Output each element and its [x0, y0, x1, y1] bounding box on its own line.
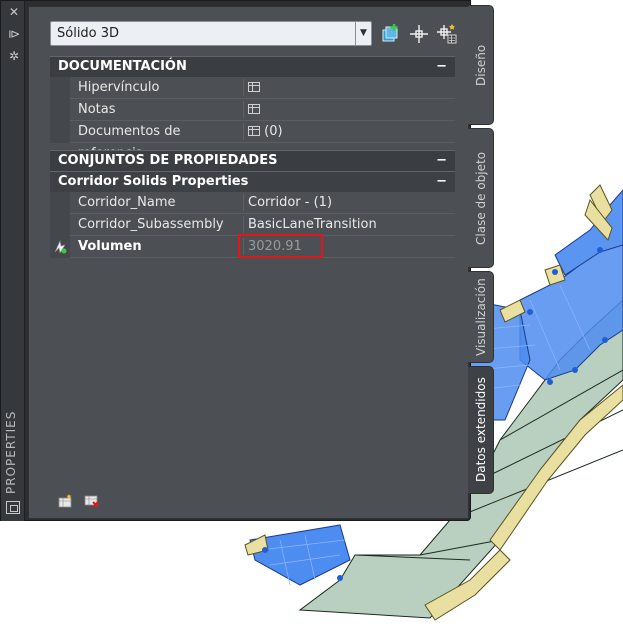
table-icon[interactable] — [248, 125, 260, 136]
remove-property-set-icon[interactable] — [84, 494, 100, 508]
tab-datos-extendidos[interactable]: Datos extendidos — [468, 366, 494, 494]
object-type-value: Sólido 3D — [57, 26, 120, 41]
close-icon[interactable]: ✕ — [7, 5, 21, 19]
collapse-icon[interactable]: − — [436, 57, 447, 77]
reference-count: (0) — [264, 124, 283, 139]
property-grid: DOCUMENTACIÓN − Hipervínculo Notas Docum… — [50, 56, 455, 258]
palette-menu-icon[interactable] — [6, 501, 20, 514]
auto-hide-icon[interactable]: ⧐ — [7, 27, 21, 41]
quick-select-icon[interactable] — [436, 23, 458, 45]
object-type-select[interactable]: Sólido 3D ▼ — [50, 21, 372, 46]
section-header-conjuntos[interactable]: CONJUNTOS DE PROPIEDADES − — [50, 150, 455, 171]
properties-panel: Sólido 3D ▼ DOCUMENTACIÓN − Hipervínculo… — [28, 6, 469, 519]
tab-diseno[interactable]: Diseño — [468, 5, 494, 125]
chevron-down-icon[interactable]: ▼ — [355, 22, 371, 45]
property-row[interactable]: Documentos de referencia (0) — [50, 121, 455, 161]
property-label: Hipervínculo — [78, 80, 160, 95]
property-label: Volumen — [78, 239, 142, 254]
formula-property-icon — [54, 240, 67, 254]
collapse-icon[interactable]: − — [436, 172, 447, 192]
add-property-set-icon[interactable] — [58, 494, 74, 508]
settings-icon[interactable]: ✲ — [7, 49, 21, 63]
table-icon[interactable] — [248, 103, 260, 114]
property-row[interactable]: Hipervínculo — [50, 77, 455, 99]
property-value[interactable] — [248, 77, 448, 99]
property-label: Corridor_Subassembly — [78, 217, 224, 232]
property-value[interactable] — [248, 99, 448, 121]
tab-visualizacion[interactable]: Visualización — [468, 271, 494, 363]
palette-title: PROPERTIES — [4, 410, 18, 494]
add-to-selection-icon[interactable] — [380, 23, 402, 45]
property-row[interactable]: Corridor_Subassembly BasicLaneTransition — [50, 214, 455, 236]
property-row[interactable]: Notas — [50, 99, 455, 121]
tab-clase-de-objeto[interactable]: Clase de objeto — [468, 128, 494, 268]
table-icon[interactable] — [248, 81, 260, 92]
property-label: Corridor_Name — [78, 195, 176, 210]
collapse-icon[interactable]: − — [436, 151, 447, 171]
properties-palette: ✕ ⧐ ✲ PROPERTIES Sólido 3D ▼ DOCUMENTACI… — [0, 0, 471, 521]
property-value[interactable]: Corridor - (1) — [248, 192, 448, 214]
property-row[interactable]: Corridor_Name Corridor - (1) — [50, 192, 455, 214]
volume-highlight-box — [238, 234, 323, 258]
property-label: Notas — [78, 102, 116, 117]
property-value[interactable]: BasicLaneTransition — [248, 214, 448, 236]
palette-titlebar[interactable]: ✕ ⧐ ✲ PROPERTIES — [1, 1, 25, 521]
select-objects-icon[interactable] — [408, 23, 430, 45]
property-value[interactable]: (0) — [248, 121, 448, 143]
section-header-corridor-solids[interactable]: Corridor Solids Properties − — [50, 171, 455, 192]
section-header-documentacion[interactable]: DOCUMENTACIÓN − — [50, 56, 455, 77]
